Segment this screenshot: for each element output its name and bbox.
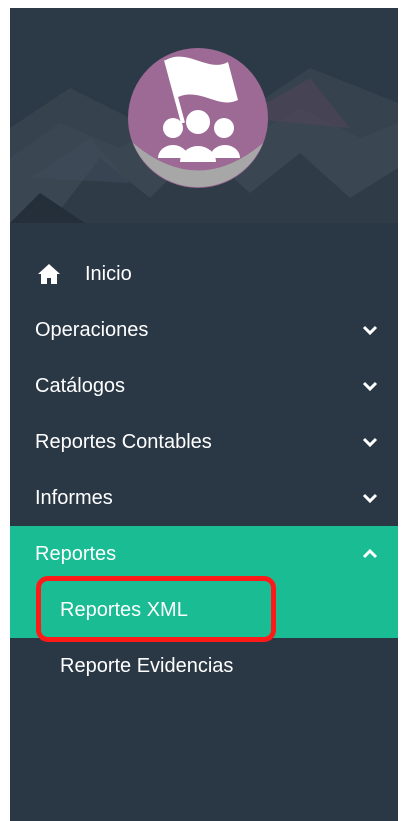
menu-item-informes[interactable]: Informes bbox=[10, 470, 398, 526]
chevron-down-icon bbox=[362, 381, 378, 392]
submenu-item-reporte-evidencias[interactable]: Reporte Evidencias bbox=[10, 638, 398, 694]
team-flag-icon bbox=[128, 48, 268, 188]
menu-item-catalogos[interactable]: Catálogos bbox=[10, 358, 398, 414]
menu-item-reportes[interactable]: Reportes bbox=[10, 526, 398, 582]
chevron-down-icon bbox=[362, 493, 378, 504]
menu-item-label: Catálogos bbox=[35, 374, 126, 397]
menu-item-label: Reportes bbox=[35, 542, 117, 565]
chevron-down-icon bbox=[362, 325, 378, 336]
menu-item-operaciones[interactable]: Operaciones bbox=[10, 302, 398, 358]
reportes-submenu: Reportes XML Reporte Evidencias bbox=[10, 576, 398, 694]
sidebar: Inicio Operaciones Catálogos Reportes Co… bbox=[10, 8, 398, 821]
menu-item-reportes-contables[interactable]: Reportes Contables bbox=[10, 414, 398, 470]
menu-item-label: Informes bbox=[35, 486, 113, 509]
chevron-down-icon bbox=[362, 437, 378, 448]
menu-item-inicio[interactable]: Inicio bbox=[10, 246, 398, 302]
menu-item-label: Operaciones bbox=[35, 318, 149, 341]
menu-item-label: Reportes Contables bbox=[35, 430, 212, 453]
highlight-annotation bbox=[36, 576, 276, 642]
home-icon bbox=[38, 264, 60, 284]
menu-item-label: Inicio bbox=[85, 262, 132, 285]
app-logo bbox=[128, 48, 268, 188]
sidebar-header bbox=[10, 8, 398, 223]
sidebar-menu: Inicio Operaciones Catálogos Reportes Co… bbox=[10, 246, 398, 694]
submenu-item-label: Reporte Evidencias bbox=[60, 654, 234, 677]
chevron-up-icon bbox=[362, 548, 378, 559]
